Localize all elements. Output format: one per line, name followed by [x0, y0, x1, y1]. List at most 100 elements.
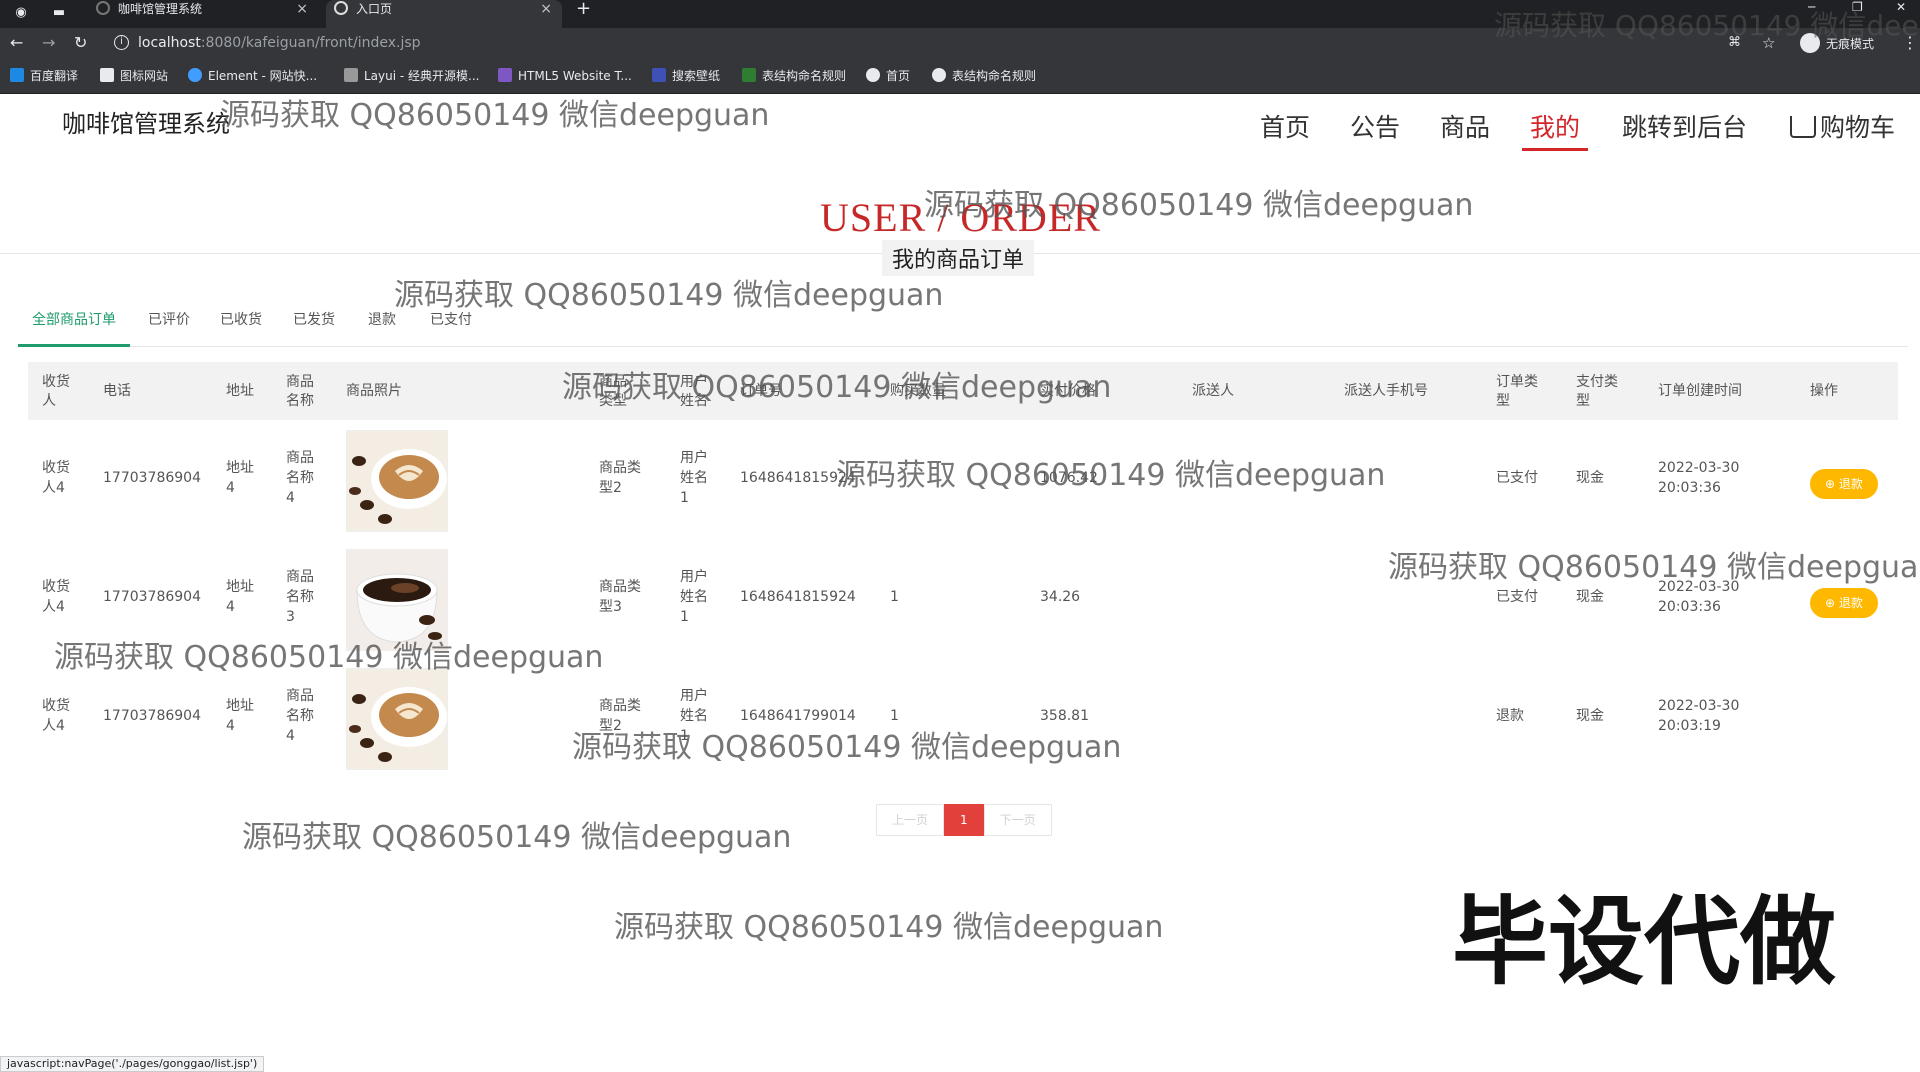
bookmark-favicon-icon	[188, 68, 202, 82]
forward-icon[interactable]: →	[42, 33, 55, 53]
tab-close-icon[interactable]: ×	[540, 0, 552, 18]
prev-page-button[interactable]: 上一页	[876, 804, 945, 836]
bookmark-item[interactable]: Layui - 经典开源模...	[344, 67, 479, 85]
cell-created: 2022-03-30 20:03:36	[1658, 460, 1740, 496]
bookmark-favicon-icon	[498, 68, 512, 82]
nav-products[interactable]: 商品	[1440, 108, 1490, 144]
tab-paid[interactable]: 已支付	[416, 309, 486, 347]
nav-notice[interactable]: 公告	[1350, 108, 1400, 144]
new-tab-button[interactable]: +	[576, 0, 591, 18]
cell-product-type: 商品类型2	[599, 460, 641, 496]
cell-product-name: 商品名称4	[286, 688, 314, 744]
cell-pay-type: 现金	[1576, 708, 1604, 724]
col-header: 地址	[226, 383, 254, 399]
col-header: 电话	[103, 383, 131, 399]
col-header: 派送人	[1192, 383, 1234, 399]
bookmark-favicon-icon	[344, 68, 358, 82]
nav-home[interactable]: 首页	[1260, 108, 1310, 144]
cell-product-type: 商品类型3	[599, 579, 641, 615]
cart-label: 购物车	[1820, 113, 1896, 142]
promo-banner: 毕设代做	[1452, 886, 1836, 998]
cell-address: 地址4	[226, 460, 254, 496]
cell-order-no: 1648641815924	[740, 589, 856, 605]
bookmark-item[interactable]: 首页	[866, 67, 910, 85]
chrome-menu-icon[interactable]: ◉	[12, 4, 30, 22]
watermark-text: 源码获取 QQ86050149 微信deepguan	[1494, 9, 1920, 42]
url-path: :8080/kafeiguan/front/index.jsp	[200, 35, 421, 51]
site-brand[interactable]: 咖啡馆管理系统	[62, 104, 230, 139]
refund-icon: ⊕	[1825, 596, 1839, 610]
bookmark-label: 首页	[886, 69, 911, 83]
site-info-icon[interactable]: i	[114, 35, 129, 50]
bookmark-favicon-icon	[100, 68, 114, 82]
col-header: 支付类型	[1576, 374, 1618, 409]
tab-favicon-icon	[96, 1, 110, 15]
refund-button[interactable]: ⊕ 退款	[1810, 588, 1878, 618]
tab-shipped[interactable]: 已发货	[279, 309, 349, 347]
url-field[interactable]: localhost:8080/kafeiguan/front/index.jsp	[138, 33, 421, 53]
pagination: 上一页 1 下一页	[876, 804, 1052, 836]
bookmark-item[interactable]: 百度翻译	[10, 67, 78, 85]
tab-reviewed[interactable]: 已评价	[134, 309, 204, 347]
bookmarks-bar: 百度翻译 图标网站 Element - 网站快... Layui - 经典开源模…	[0, 58, 1920, 94]
watermark-text: 源码获取 QQ86050149 微信deepguan	[924, 188, 1474, 223]
watermark-text: 源码获取 QQ86050149 微信deepguan	[614, 910, 1164, 945]
watermark-text: 源码获取 QQ86050149 微信deepguan	[1388, 550, 1920, 585]
watermark-text: 源码获取 QQ86050149 微信deepguan	[836, 458, 1386, 493]
bookmark-favicon-icon	[652, 68, 666, 82]
nav-cart[interactable]: 购物车	[1790, 108, 1895, 144]
cell-phone: 17703786904	[103, 589, 201, 605]
cell-receiver: 收货人4	[42, 579, 70, 615]
tab-refund[interactable]: 退款	[354, 309, 410, 347]
cell-qty: 1	[890, 589, 899, 605]
bookmark-item[interactable]: 表结构命名规则	[742, 67, 846, 85]
refund-button[interactable]: ⊕ 退款	[1810, 469, 1878, 499]
col-header: 收货人	[42, 374, 70, 409]
nav-admin[interactable]: 跳转到后台	[1622, 108, 1747, 144]
page-number-button[interactable]: 1	[944, 804, 984, 836]
reload-icon[interactable]: ↻	[74, 33, 87, 53]
bookmark-item[interactable]: 表结构命名规则	[932, 67, 1036, 85]
bookmark-item[interactable]: 图标网站	[100, 67, 168, 85]
watermark-text: 源码获取 QQ86050149 微信deepguan	[220, 98, 770, 133]
tab-received[interactable]: 已收货	[206, 309, 276, 347]
cell-user-name: 用户姓名1	[680, 450, 708, 506]
refund-label: 退款	[1838, 596, 1863, 610]
watermark-text: 源码获取 QQ86050149 微信deepguan	[54, 640, 604, 675]
watermark-text: 源码获取 QQ86050149 微信deepguan	[242, 820, 792, 855]
bookmark-item[interactable]: Element - 网站快...	[188, 67, 317, 85]
cell-address: 地址4	[226, 579, 254, 615]
tab-search-icon[interactable]: ▬	[50, 4, 68, 22]
watermark-text: 源码获取 QQ86050149 微信deepguan	[562, 370, 1112, 405]
cell-phone: 17703786904	[103, 708, 201, 724]
watermark-text: 源码获取 QQ86050149 微信deepguan	[394, 278, 944, 313]
tab-all-orders[interactable]: 全部商品订单	[18, 309, 130, 347]
refund-icon: ⊕	[1825, 477, 1839, 491]
bookmark-label: 百度翻译	[30, 69, 79, 83]
next-page-button[interactable]: 下一页	[983, 804, 1052, 836]
tab-title: 入口页	[356, 2, 393, 16]
page-content: 咖啡馆管理系统 首页 公告 商品 我的 跳转到后台 购物车 USER / ORD…	[0, 94, 1920, 1072]
bookmark-favicon-icon	[10, 68, 24, 82]
url-host: localhost	[138, 35, 201, 51]
bookmark-item[interactable]: 搜索壁纸	[652, 67, 720, 85]
browser-tab-1[interactable]: 咖啡馆管理系统 ×	[88, 0, 318, 28]
cell-price: 34.26	[1040, 589, 1081, 605]
bookmark-label: Element - 网站快...	[208, 69, 318, 83]
bookmark-item[interactable]: HTML5 Website T...	[498, 67, 632, 85]
cell-order-type: 已支付	[1496, 589, 1538, 605]
bookmark-label: 图标网站	[120, 69, 169, 83]
col-header: 订单创建时间	[1658, 383, 1742, 399]
bookmark-label: 表结构命名规则	[762, 69, 847, 83]
cell-product-name: 商品名称3	[286, 569, 314, 625]
browser-tab-2[interactable]: 入口页 ×	[326, 0, 562, 28]
nav-mine[interactable]: 我的	[1522, 108, 1589, 151]
product-photo	[346, 668, 448, 770]
cell-order-type: 退款	[1496, 708, 1524, 724]
cell-product-name: 商品名称4	[286, 450, 314, 506]
tab-close-icon[interactable]: ×	[296, 0, 308, 18]
latte-art-coffee	[347, 431, 447, 531]
cell-order-type: 已支付	[1496, 470, 1538, 486]
back-icon[interactable]: ←	[10, 33, 23, 53]
bookmark-favicon-icon	[866, 68, 880, 82]
